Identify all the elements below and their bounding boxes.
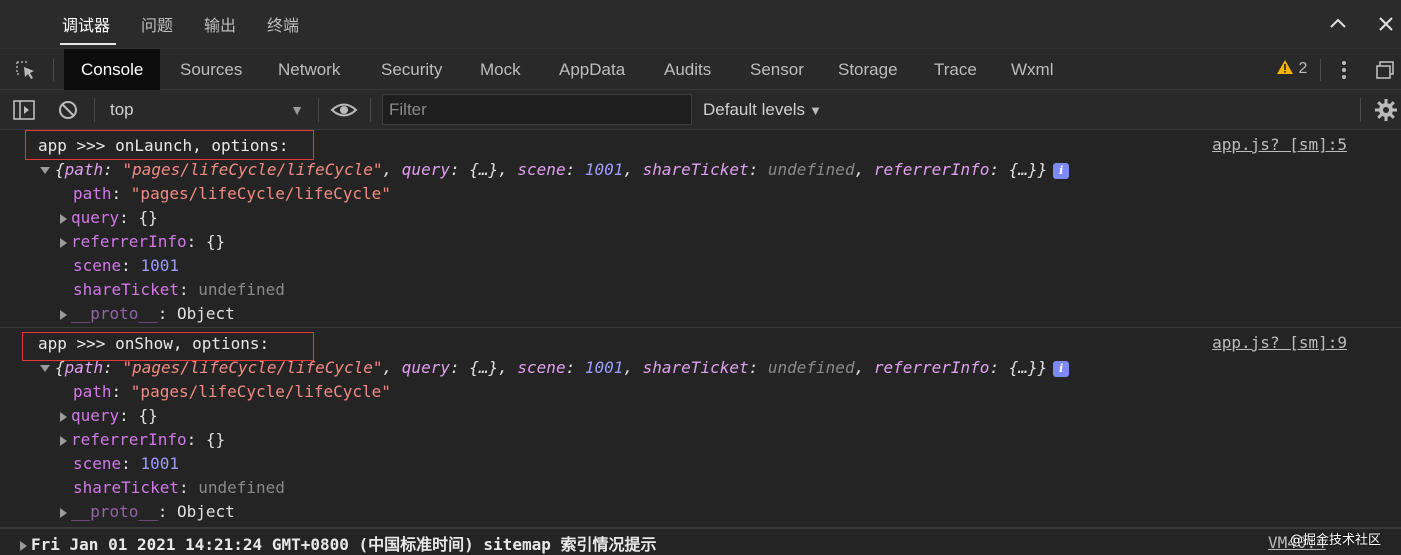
warnings-counter[interactable]: 2 <box>1276 59 1307 81</box>
expand-triangle-icon[interactable] <box>60 411 67 422</box>
group-header[interactable]: Fri Jan 01 2021 14:21:24 GMT+0800 (中国标准时… <box>20 531 656 555</box>
filter-input[interactable] <box>382 94 692 125</box>
tab-storage[interactable]: Storage <box>838 49 898 90</box>
expand-triangle-icon[interactable] <box>20 540 27 551</box>
gear-icon[interactable] <box>1374 98 1398 122</box>
log-text: app >>> onShow, options: <box>38 334 270 353</box>
property-row[interactable]: referrerInfo: {} <box>60 428 225 452</box>
tab-mock[interactable]: Mock <box>480 49 521 90</box>
expand-triangle-icon[interactable] <box>60 435 67 446</box>
console-message: app >>> onLaunch, options: app.js? [sm]:… <box>0 130 1401 328</box>
tab-network[interactable]: Network <box>278 49 340 90</box>
property-row[interactable]: referrerInfo: {} <box>60 230 225 254</box>
eye-icon[interactable] <box>330 98 358 122</box>
tab-output[interactable]: 输出 <box>204 12 236 36</box>
divider <box>318 98 319 122</box>
tab-wxml[interactable]: Wxml <box>1011 49 1053 90</box>
log-levels-dropdown[interactable]: Default levels ▼ <box>703 95 822 125</box>
watermark: @掘金技术社区 <box>1290 533 1382 548</box>
devtools-tab-bar: Console Sources Network Security Mock Ap… <box>0 48 1401 90</box>
property-row[interactable]: __proto__: Object <box>60 302 235 326</box>
divider <box>53 59 54 81</box>
tab-sources[interactable]: Sources <box>180 49 242 90</box>
divider <box>370 98 371 122</box>
console-message: app >>> onShow, options: app.js? [sm]:9 … <box>0 328 1401 528</box>
console-toolbar: top ▼ Default levels▼ <box>0 90 1401 130</box>
kebab-menu-icon[interactable] <box>1336 59 1352 81</box>
source-link[interactable]: app.js? [sm]:9 <box>1212 333 1347 352</box>
close-icon[interactable] <box>1374 12 1398 36</box>
clear-console-icon[interactable] <box>56 98 80 122</box>
group-header-text: Fri Jan 01 2021 14:21:24 GMT+0800 (中国标准时… <box>31 535 657 554</box>
expand-triangle-icon[interactable] <box>40 365 50 372</box>
property-row[interactable]: query: {} <box>60 206 158 230</box>
expand-triangle-icon[interactable] <box>60 213 67 224</box>
dock-icon[interactable] <box>1374 59 1396 81</box>
tab-trace[interactable]: Trace <box>934 49 977 90</box>
tab-sensor[interactable]: Sensor <box>750 49 804 90</box>
active-tab-indicator <box>60 43 116 45</box>
property-row: scene: 1001 <box>73 256 179 275</box>
property-row: scene: 1001 <box>73 454 179 473</box>
expand-triangle-icon[interactable] <box>40 167 50 174</box>
divider <box>1320 59 1321 81</box>
console-message-collapsed[interactable]: Fri Jan 01 2021 14:21:24 GMT+0800 (中国标准时… <box>0 528 1401 555</box>
info-icon[interactable]: i <box>1053 360 1070 377</box>
tab-appdata[interactable]: AppData <box>559 49 625 90</box>
property-row: path: "pages/lifeCycle/lifeCycle" <box>73 184 391 203</box>
caret-down-icon: ▼ <box>809 103 822 118</box>
tab-audits[interactable]: Audits <box>664 49 711 90</box>
object-summary[interactable]: {path: "pages/lifeCycle/lifeCycle", quer… <box>40 158 1070 182</box>
info-icon[interactable]: i <box>1053 162 1070 179</box>
expand-triangle-icon[interactable] <box>60 309 67 320</box>
tab-problems[interactable]: 问题 <box>141 12 173 36</box>
tab-debugger[interactable]: 调试器 <box>62 12 110 36</box>
panel-tab-bar: 调试器 问题 输出 终端 <box>0 0 1401 48</box>
warning-icon <box>1277 60 1293 74</box>
console-output: app >>> onLaunch, options: app.js? [sm]:… <box>0 130 1401 555</box>
sidebar-toggle-icon[interactable] <box>12 98 36 122</box>
caret-down-icon: ▼ <box>290 102 304 118</box>
chevron-up-icon[interactable] <box>1326 12 1350 36</box>
property-row[interactable]: __proto__: Object <box>60 500 235 524</box>
property-row: path: "pages/lifeCycle/lifeCycle" <box>73 382 391 401</box>
context-selector[interactable]: top ▼ <box>100 95 310 125</box>
expand-triangle-icon[interactable] <box>60 507 67 518</box>
object-summary[interactable]: {path: "pages/lifeCycle/lifeCycle", quer… <box>40 356 1070 380</box>
tab-security[interactable]: Security <box>381 49 442 90</box>
property-row: shareTicket: undefined <box>73 280 285 299</box>
tab-terminal[interactable]: 终端 <box>267 12 299 36</box>
log-levels-label: Default levels <box>703 100 806 119</box>
divider <box>1360 98 1361 122</box>
warnings-count: 2 <box>1298 60 1308 77</box>
tab-console[interactable]: Console <box>64 49 161 90</box>
source-link[interactable]: app.js? [sm]:5 <box>1212 135 1347 154</box>
log-text: app >>> onLaunch, options: <box>38 136 289 155</box>
expand-triangle-icon[interactable] <box>60 237 67 248</box>
inspect-icon[interactable] <box>14 59 38 81</box>
context-value: top <box>110 100 134 119</box>
divider <box>94 98 95 122</box>
property-row: shareTicket: undefined <box>73 478 285 497</box>
property-row[interactable]: query: {} <box>60 404 158 428</box>
